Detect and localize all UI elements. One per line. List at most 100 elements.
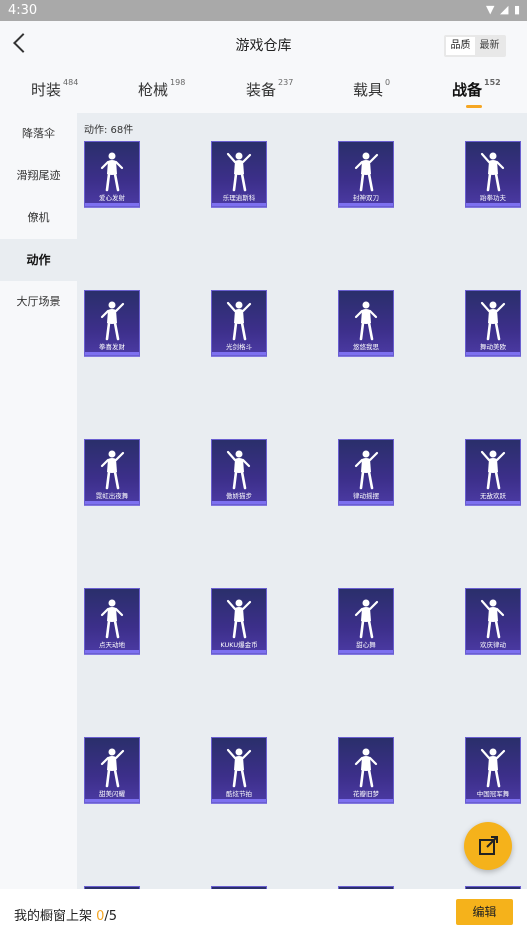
emote-card[interactable]: 甜心舞 bbox=[338, 588, 394, 654]
card-rarity-bar bbox=[212, 650, 266, 653]
emote-card-label: 霓虹出夜舞 bbox=[95, 492, 129, 500]
dancer-figure-icon bbox=[100, 748, 125, 788]
bottom-bar: 我的橱窗上架 0/5 编辑 bbox=[0, 889, 527, 937]
tab-fashion[interactable]: 时装 484 bbox=[31, 78, 78, 100]
dancer-figure-icon bbox=[354, 599, 379, 639]
emote-card-label: KUKU爆金币 bbox=[220, 641, 258, 649]
dancer-figure-icon bbox=[100, 599, 124, 639]
dancer-figure-icon bbox=[354, 450, 379, 490]
emote-card-label: 甜心舞 bbox=[356, 641, 376, 649]
emote-card[interactable]: 花瓣旧梦 bbox=[338, 737, 394, 803]
dancer-figure-icon bbox=[354, 748, 378, 788]
tab-count: 237 bbox=[278, 78, 294, 87]
edit-button[interactable]: 编辑 bbox=[456, 899, 513, 925]
dancer-figure-icon bbox=[226, 748, 252, 788]
emote-card[interactable]: KUKU爆金币 bbox=[211, 588, 267, 654]
tab-label: 枪械 bbox=[138, 81, 169, 99]
dancer-figure-icon bbox=[226, 450, 251, 490]
card-rarity-bar bbox=[339, 799, 393, 802]
emote-card[interactable]: 欢庆律动 bbox=[465, 588, 521, 654]
sidebar: 降落伞 滑翔尾迹 僚机 动作 大厅场景 bbox=[0, 113, 77, 889]
emote-card-label: 爱心发射 bbox=[99, 194, 125, 202]
emote-card[interactable]: 无敌欢跃 bbox=[465, 439, 521, 505]
emote-card[interactable]: 封神双刀 bbox=[338, 141, 394, 207]
showcase-label: 我的橱窗上架 bbox=[14, 909, 97, 924]
card-rarity-bar bbox=[85, 501, 139, 504]
card-rarity-bar bbox=[466, 203, 520, 206]
dancer-figure-icon bbox=[226, 301, 252, 341]
dancer-figure-icon bbox=[354, 152, 379, 192]
card-rarity-bar bbox=[85, 799, 139, 802]
sidebar-item-lobby-scene[interactable]: 大厅场景 bbox=[0, 281, 77, 323]
dancer-figure-icon bbox=[226, 599, 252, 639]
dancer-figure-icon bbox=[100, 450, 125, 490]
emote-card-label: 欢庆律动 bbox=[480, 641, 506, 649]
item-grid-panel: 动作: 68件 爱心发射 乐理逍斯科 封神双刀 跆拳功夫 拳喜发财 光剑格斗 悠悠我思 舞动美… bbox=[77, 113, 527, 889]
emote-card[interactable]: 中国冠军舞 bbox=[465, 737, 521, 803]
emote-card[interactable]: 傲娇猫步 bbox=[211, 439, 267, 505]
emote-card[interactable]: 乐理逍斯科 bbox=[211, 141, 267, 207]
tab-label: 时装 bbox=[31, 81, 62, 99]
tab-count: 152 bbox=[484, 78, 501, 87]
emote-card[interactable]: 拳喜发财 bbox=[84, 290, 140, 356]
sort-toggle[interactable]: 品质 最新 bbox=[444, 35, 506, 57]
card-rarity-bar bbox=[85, 203, 139, 206]
external-link-icon bbox=[479, 836, 498, 855]
dancer-figure-icon bbox=[100, 301, 125, 341]
card-rarity-bar bbox=[212, 501, 266, 504]
sidebar-item-emotes[interactable]: 动作 bbox=[0, 239, 77, 281]
emote-card-label: 拳喜发财 bbox=[99, 343, 125, 351]
card-rarity-bar bbox=[85, 650, 139, 653]
dancer-figure-icon bbox=[480, 748, 506, 788]
tab-equipment[interactable]: 装备 237 bbox=[246, 78, 294, 100]
emote-card[interactable]: 霓虹出夜舞 bbox=[84, 439, 140, 505]
emote-card-label: 舞动美欧 bbox=[480, 343, 506, 351]
emote-card[interactable]: 光剑格斗 bbox=[211, 290, 267, 356]
emote-card-label: 酷炫节拍 bbox=[226, 790, 252, 798]
sidebar-item-wingman[interactable]: 僚机 bbox=[0, 197, 77, 239]
sort-option-quality[interactable]: 品质 bbox=[446, 37, 475, 55]
emote-card-label: 悠悠我思 bbox=[353, 343, 379, 351]
sidebar-item-parachute[interactable]: 降落伞 bbox=[0, 113, 77, 155]
dancer-figure-icon bbox=[226, 152, 252, 192]
showcase-total: /5 bbox=[104, 909, 118, 924]
card-rarity-bar bbox=[212, 352, 266, 355]
emote-card-label: 律动摇摆 bbox=[353, 492, 379, 500]
emote-card-label: 光剑格斗 bbox=[226, 343, 252, 351]
sidebar-item-glide-trail[interactable]: 滑翔尾迹 bbox=[0, 155, 77, 197]
category-tabs: 时装 484 枪械 198 装备 237 载具 0 战备 152 bbox=[0, 71, 527, 113]
status-icons: ▼ ◢ ▮ bbox=[486, 3, 521, 16]
emote-card[interactable]: 律动摇摆 bbox=[338, 439, 394, 505]
tab-weapons[interactable]: 枪械 198 bbox=[138, 78, 186, 100]
dancer-figure-icon bbox=[480, 599, 505, 639]
tab-vehicles[interactable]: 载具 0 bbox=[353, 78, 391, 100]
emote-card-label: 花瓣旧梦 bbox=[353, 790, 379, 798]
tab-count: 0 bbox=[385, 78, 391, 87]
emote-card[interactable]: 跆拳功夫 bbox=[465, 141, 521, 207]
card-rarity-bar bbox=[339, 203, 393, 206]
sort-option-newest[interactable]: 最新 bbox=[475, 37, 504, 55]
item-grid: 爱心发射 乐理逍斯科 封神双刀 跆拳功夫拳喜发财 光剑格斗 悠悠我思 舞动美欧霓虹出夜舞 傲娇… bbox=[84, 141, 526, 889]
header: 游戏仓库 品质 最新 bbox=[0, 21, 527, 71]
dancer-figure-icon bbox=[480, 450, 506, 490]
emote-card-label: 甜美闪耀 bbox=[99, 790, 125, 798]
emote-card[interactable]: 爱心发射 bbox=[84, 141, 140, 207]
status-bar: 4:30 ▼ ◢ ▮ bbox=[0, 0, 527, 21]
emote-card-label: 点天动地 bbox=[99, 641, 125, 649]
emote-card[interactable]: 悠悠我思 bbox=[338, 290, 394, 356]
tab-battle-prep[interactable]: 战备 152 bbox=[452, 78, 501, 108]
emote-card-label: 中国冠军舞 bbox=[476, 790, 510, 798]
emote-card[interactable]: 酷炫节拍 bbox=[211, 737, 267, 803]
emote-card[interactable]: 点天动地 bbox=[84, 588, 140, 654]
share-button[interactable] bbox=[464, 822, 512, 870]
wifi-icon: ▼ bbox=[486, 3, 496, 16]
emote-card[interactable]: 舞动美欧 bbox=[465, 290, 521, 356]
card-rarity-bar bbox=[466, 650, 520, 653]
tab-count: 198 bbox=[170, 78, 186, 87]
emote-card[interactable]: 甜美闪耀 bbox=[84, 737, 140, 803]
card-rarity-bar bbox=[339, 650, 393, 653]
tab-label: 载具 bbox=[353, 81, 384, 99]
emote-card-label: 傲娇猫步 bbox=[226, 492, 252, 500]
status-time: 4:30 bbox=[8, 3, 38, 18]
emote-card-label: 封神双刀 bbox=[353, 194, 379, 202]
